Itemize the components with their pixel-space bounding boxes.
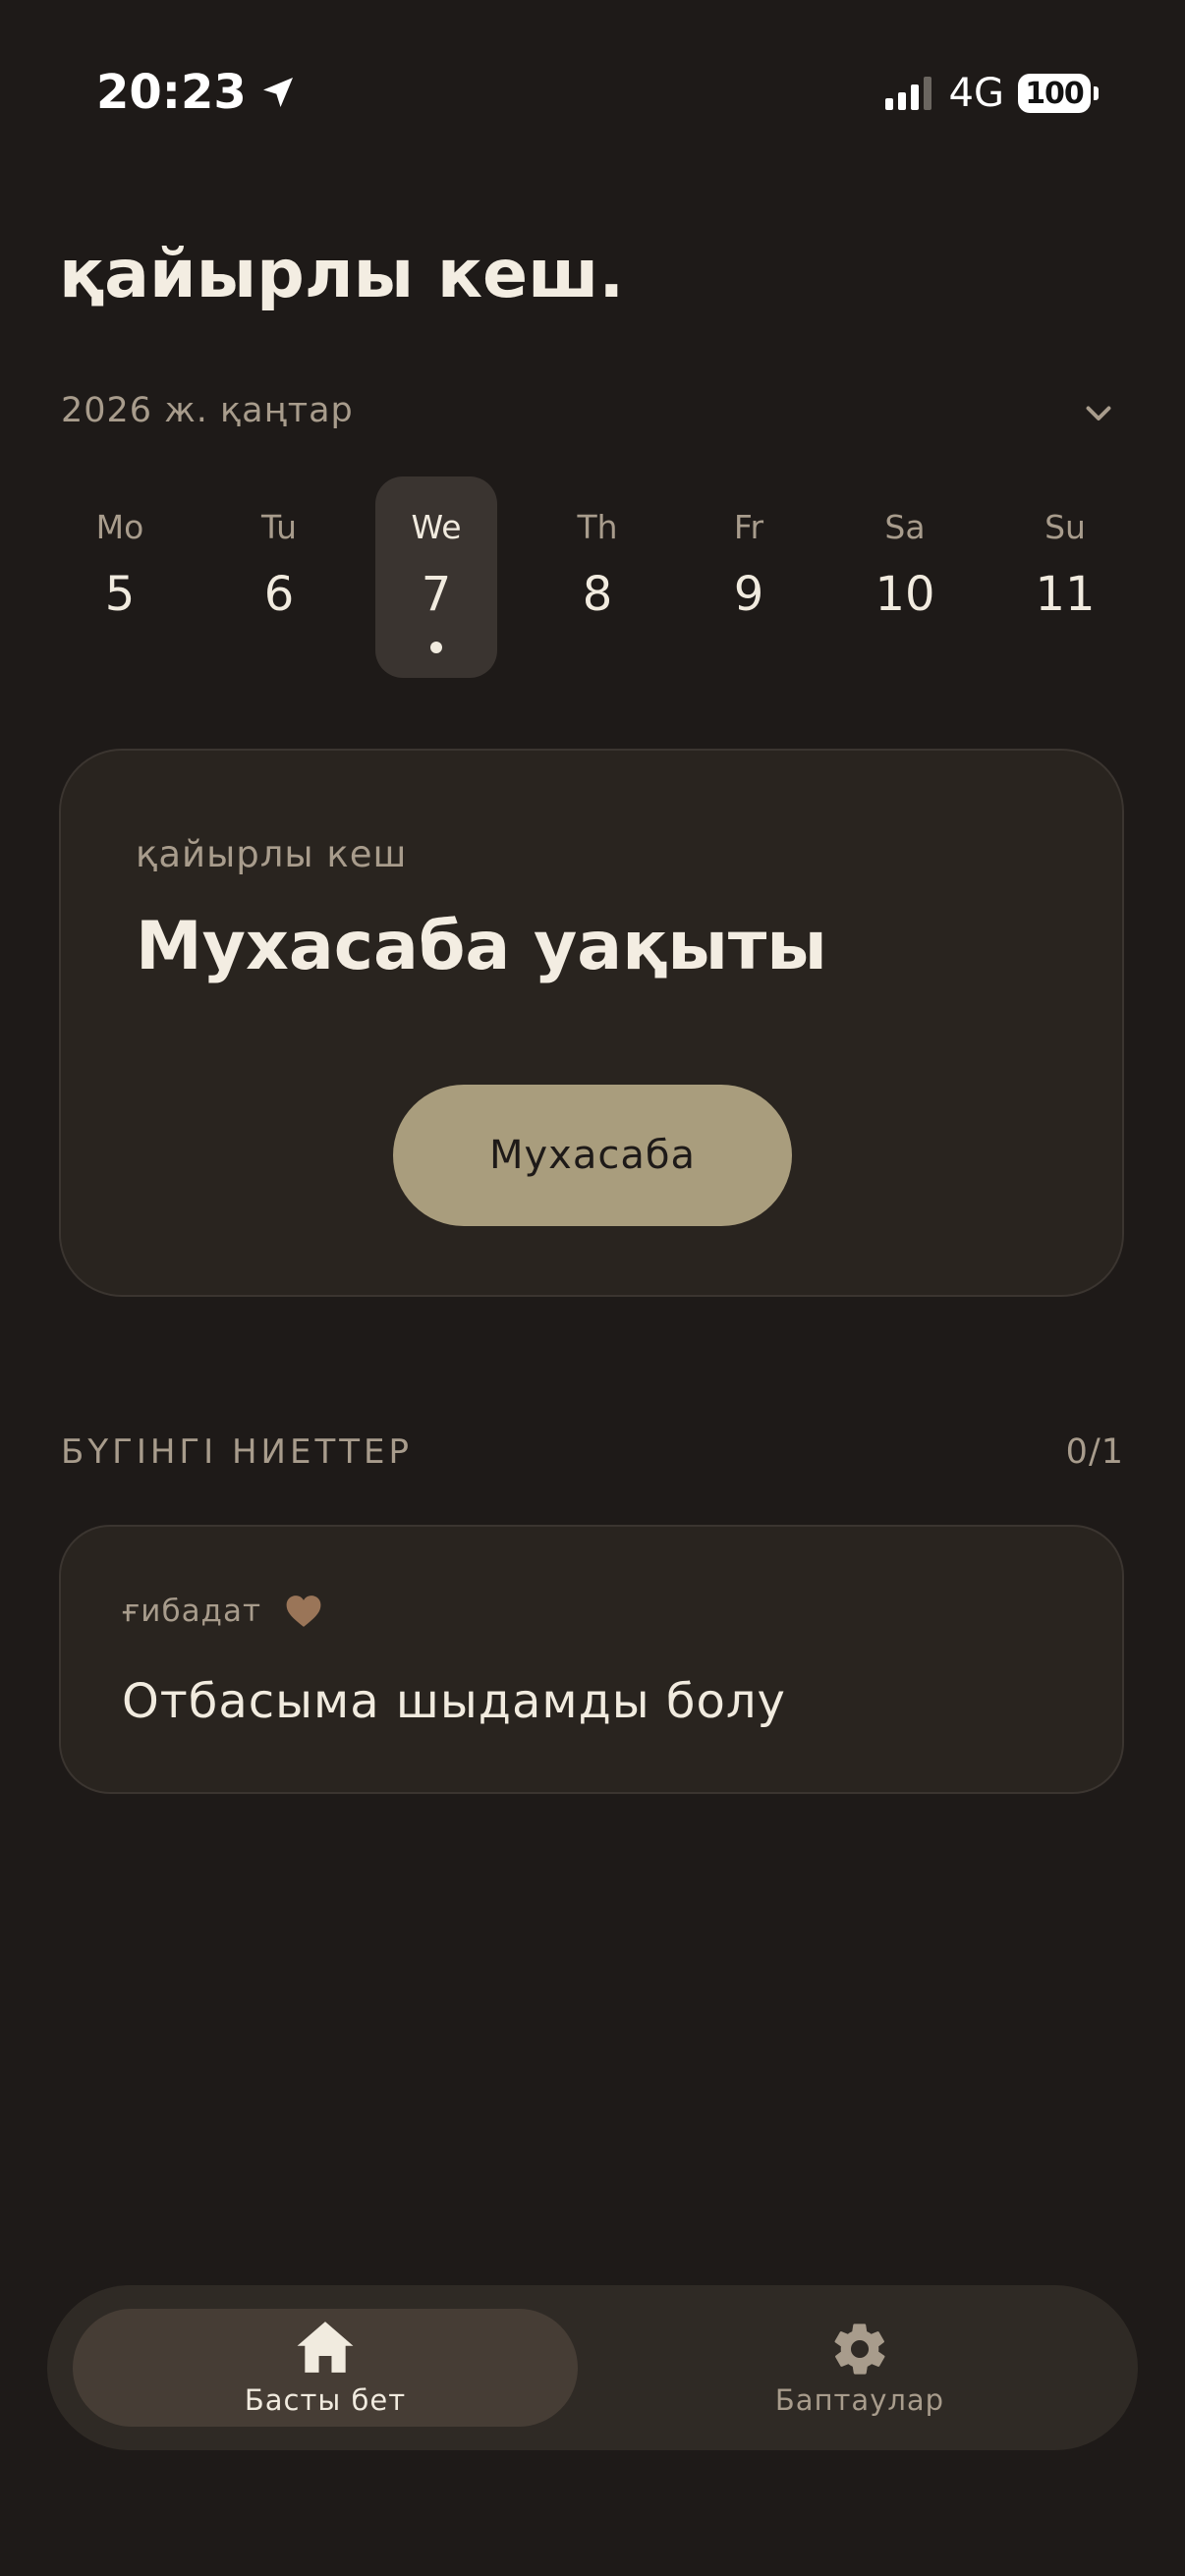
card-title: Мухасаба уақыты bbox=[136, 908, 827, 985]
day-number: 9 bbox=[733, 567, 764, 622]
heart-icon bbox=[286, 1596, 321, 1627]
day-name: Tu bbox=[260, 508, 298, 546]
status-bar-indicators: 4G 100 bbox=[884, 71, 1099, 116]
month-expand-button[interactable] bbox=[1081, 395, 1116, 434]
status-bar-time: 20:23 bbox=[96, 65, 298, 120]
battery-icon: 100 bbox=[1018, 74, 1099, 113]
day-tuesday[interactable]: Tu 6 bbox=[218, 476, 340, 678]
day-number: 8 bbox=[582, 567, 613, 622]
nav-home[interactable]: Басты бет bbox=[73, 2309, 578, 2427]
day-name: Th bbox=[577, 508, 618, 546]
nav-home-label: Басты бет bbox=[244, 2383, 407, 2417]
status-time-text: 20:23 bbox=[96, 65, 247, 120]
intention-category-label: ғибадат bbox=[122, 1594, 262, 1629]
intentions-count: 0/1 bbox=[1065, 1432, 1124, 1472]
day-thursday[interactable]: Th 8 bbox=[536, 476, 658, 678]
month-label[interactable]: 2026 ж. қаңтар bbox=[61, 391, 354, 430]
day-wednesday-selected[interactable]: We 7 bbox=[375, 476, 497, 678]
intention-text: Отбасыма шыдамды болу bbox=[122, 1674, 786, 1729]
cellular-signal-icon bbox=[884, 77, 931, 110]
day-saturday[interactable]: Sa 10 bbox=[844, 476, 966, 678]
day-number: 7 bbox=[421, 567, 452, 622]
intention-category: ғибадат bbox=[122, 1594, 322, 1629]
chevron-down-icon bbox=[1086, 406, 1111, 420]
day-number: 6 bbox=[263, 567, 295, 622]
day-sunday[interactable]: Su 11 bbox=[1004, 476, 1126, 678]
day-friday[interactable]: Fr 9 bbox=[688, 476, 810, 678]
gear-icon bbox=[834, 2324, 885, 2375]
page-title: қайырлы кеш. bbox=[59, 236, 625, 313]
nav-settings-label: Баптаулар bbox=[774, 2383, 945, 2417]
muhasaba-button[interactable]: Мухасаба bbox=[393, 1085, 792, 1226]
nav-settings[interactable]: Баптаулар bbox=[607, 2309, 1112, 2427]
card-subtitle: қайырлы кеш bbox=[136, 833, 408, 875]
week-strip: Mo 5 Tu 6 We 7 Th 8 Fr 9 Sa 10 Su 11 bbox=[59, 476, 1126, 678]
battery-level: 100 bbox=[1018, 74, 1091, 113]
day-number: 11 bbox=[1035, 567, 1096, 622]
bottom-nav: Басты бет Баптаулар bbox=[47, 2285, 1138, 2450]
day-name: Fr bbox=[733, 508, 764, 546]
network-type: 4G bbox=[948, 71, 1004, 116]
day-number: 5 bbox=[104, 567, 136, 622]
intention-card[interactable]: ғибадат Отбасыма шыдамды болу bbox=[59, 1525, 1124, 1794]
today-dot bbox=[430, 642, 442, 653]
day-number: 10 bbox=[875, 567, 935, 622]
day-name: Mo bbox=[95, 508, 144, 546]
day-name: Sa bbox=[884, 508, 926, 546]
day-monday[interactable]: Mo 5 bbox=[59, 476, 181, 678]
location-arrow-icon bbox=[262, 78, 293, 107]
muhasaba-card: қайырлы кеш Мухасаба уақыты Мухасаба bbox=[59, 749, 1124, 1297]
day-name: Su bbox=[1044, 508, 1086, 546]
home-icon bbox=[297, 2322, 354, 2373]
intentions-section-title: БҮГІНГІ НИЕТТЕР bbox=[61, 1432, 413, 1472]
day-name: We bbox=[411, 508, 462, 546]
